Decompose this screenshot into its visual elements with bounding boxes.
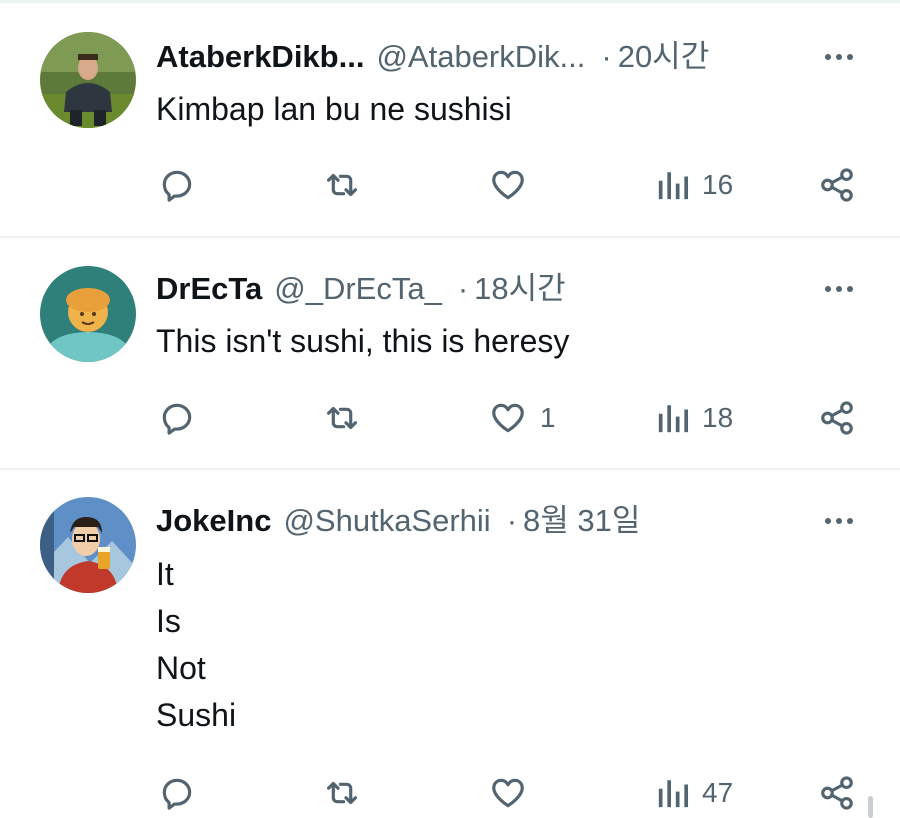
retweet-icon — [326, 781, 358, 805]
user-handle[interactable]: @AtaberkDik... — [376, 37, 585, 77]
tweet-text: It Is Not Sushi — [156, 551, 236, 739]
tweet-text: This isn't sushi, this is heresy — [156, 318, 569, 365]
more-icon — [825, 518, 831, 524]
more-icon-dot — [847, 54, 853, 60]
share-icon — [821, 168, 853, 202]
retweet-button[interactable] — [322, 393, 374, 443]
tweet-2[interactable]: DrEcTa @_DrEcTa_ · 18시간 This isn't sushi… — [0, 238, 900, 468]
tweet-header: JokeInc @ShutkaSerhii · 8월 31일 — [156, 501, 780, 541]
separator-dot: · — [506, 503, 518, 538]
reply-icon — [162, 170, 192, 202]
views-button[interactable]: 18 — [656, 393, 733, 443]
like-icon — [492, 778, 524, 808]
action-bar: 1 18 — [0, 393, 900, 443]
action-bar: 16 — [0, 160, 900, 210]
tweet-text-line: This isn't sushi, this is heresy — [156, 323, 570, 359]
scrollbar-thumb[interactable] — [868, 796, 873, 818]
more-icon — [825, 54, 831, 60]
more-icon-dot — [847, 286, 853, 292]
more-options-button[interactable] — [818, 501, 860, 541]
more-icon-dot — [836, 518, 842, 524]
more-options-button[interactable] — [818, 269, 860, 309]
share-button[interactable] — [818, 768, 856, 818]
avatar-drecta[interactable] — [40, 266, 136, 362]
retweet-button[interactable] — [322, 160, 374, 210]
like-count: 1 — [540, 402, 556, 433]
like-button[interactable] — [488, 768, 540, 818]
like-button[interactable]: 1 — [488, 393, 556, 443]
tweet-text-line: Sushi — [156, 697, 237, 733]
views-count: 47 — [702, 777, 734, 808]
views-icon — [658, 172, 689, 200]
tweet-text-line: Is — [156, 603, 181, 639]
avatar-ataberk[interactable] — [40, 32, 136, 128]
views-count: 18 — [702, 402, 734, 433]
more-icon-dot — [847, 518, 853, 524]
more-icon-dot — [836, 286, 842, 292]
tweet-3[interactable]: JokeInc @ShutkaSerhii · 8월 31일 It Is Not… — [0, 470, 900, 818]
share-icon — [821, 776, 853, 810]
user-handle[interactable]: @ShutkaSerhii — [283, 501, 490, 541]
separator-dot: · — [601, 39, 612, 74]
more-options-button[interactable] — [818, 37, 860, 77]
retweet-icon — [326, 173, 358, 197]
like-button[interactable] — [488, 160, 540, 210]
reply-button[interactable] — [158, 160, 208, 210]
retweet-button[interactable] — [322, 768, 374, 818]
user-handle[interactable]: @_DrEcTa_ — [274, 269, 442, 309]
retweet-icon — [326, 406, 358, 430]
tweet-header: AtaberkDikb... @AtaberkDik... · 20시간 — [156, 37, 780, 77]
timestamp[interactable]: 18시간 — [474, 269, 566, 309]
tweet-text-line: It — [156, 556, 174, 592]
reply-icon — [162, 778, 192, 810]
share-button[interactable] — [818, 160, 856, 210]
action-bar: 47 — [0, 768, 900, 818]
views-icon — [658, 780, 689, 808]
like-icon — [492, 170, 524, 200]
more-icon — [825, 286, 831, 292]
tweet-text: Kimbap lan bu ne sushisi — [156, 86, 512, 133]
timestamp[interactable]: 8월 31일 — [523, 501, 640, 541]
separator-dot: · — [457, 271, 469, 306]
reply-icon — [162, 403, 192, 435]
display-name[interactable]: JokeInc — [156, 501, 271, 541]
tweet-text-line: Not — [156, 650, 206, 686]
views-button[interactable]: 16 — [656, 160, 733, 210]
share-button[interactable] — [818, 393, 856, 443]
views-button[interactable]: 47 — [656, 768, 733, 818]
timestamp[interactable]: 20시간 — [618, 37, 710, 77]
views-icon — [658, 405, 689, 433]
display-name[interactable]: AtaberkDikb... — [156, 37, 364, 77]
reply-button[interactable] — [158, 393, 208, 443]
like-icon — [492, 403, 524, 433]
tweet-header: DrEcTa @_DrEcTa_ · 18시간 — [156, 269, 780, 309]
more-icon-dot — [836, 54, 842, 60]
display-name[interactable]: DrEcTa — [156, 269, 262, 309]
views-count: 16 — [702, 169, 734, 200]
tweet-text-line: Kimbap lan bu ne sushisi — [156, 91, 512, 127]
share-icon — [821, 401, 853, 435]
avatar-jokeinc[interactable] — [40, 497, 136, 593]
reply-button[interactable] — [158, 768, 208, 818]
tweet-1[interactable]: AtaberkDikb... @AtaberkDik... · 20시간 Kim… — [0, 0, 900, 236]
